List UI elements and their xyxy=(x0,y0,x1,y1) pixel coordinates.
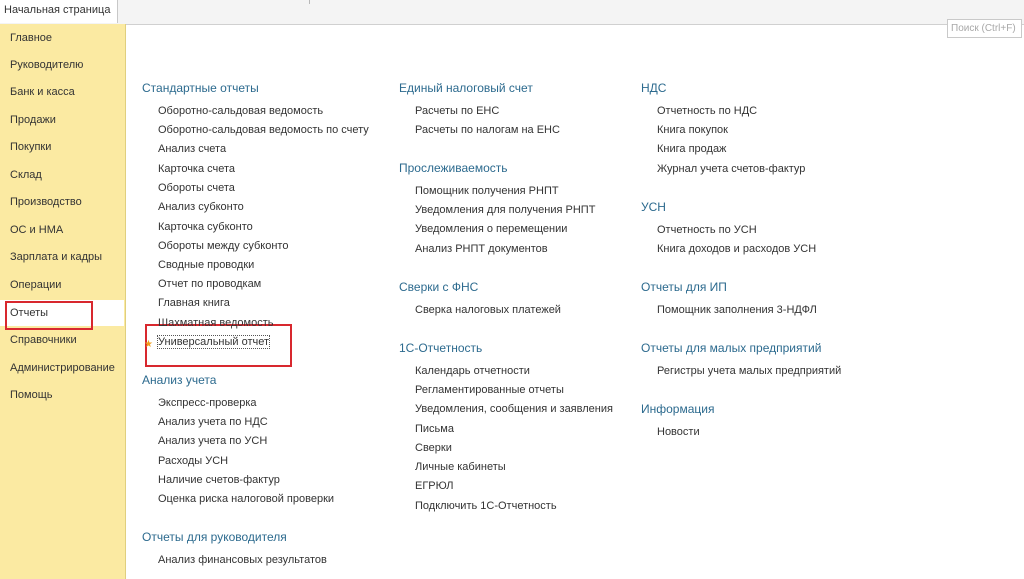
tab-strip: Начальная страница xyxy=(0,0,1024,25)
section-title-usn[interactable]: УСН xyxy=(641,200,666,214)
link-notifications[interactable]: Уведомления, сообщения и заявления xyxy=(415,403,613,415)
section-title-manager-reports[interactable]: Отчеты для руководителя xyxy=(142,530,287,544)
link-tax-audit-risk[interactable]: Оценка риска налоговой проверки xyxy=(158,493,334,505)
link-movement-notices[interactable]: Уведомления о перемещении xyxy=(415,223,567,235)
section-title-information[interactable]: Информация xyxy=(641,402,714,416)
favorite-star-icon: ★ xyxy=(144,339,153,350)
link-usn-income-book[interactable]: Книга доходов и расходов УСН xyxy=(657,243,816,255)
link-small-business-registers[interactable]: Регистры учета малых предприятий xyxy=(657,365,841,377)
link-invoices-presence[interactable]: Наличие счетов-фактур xyxy=(158,474,280,486)
section-title-ens[interactable]: Единый налоговый счет xyxy=(399,81,533,95)
link-subconto-card[interactable]: Карточка субконто xyxy=(158,221,253,233)
link-ens-settlements[interactable]: Расчеты по ЕНС xyxy=(415,105,499,117)
link-invoice-journal[interactable]: Журнал учета счетов-фактур xyxy=(657,163,805,175)
link-tax-payments-reconciliation[interactable]: Сверка налоговых платежей xyxy=(415,304,561,316)
link-osv-by-account[interactable]: Оборотно-сальдовая ведомость по счету xyxy=(158,124,369,136)
link-express-check[interactable]: Экспресс-проверка xyxy=(158,397,257,409)
link-osv[interactable]: Оборотно-сальдовая ведомость xyxy=(158,105,323,117)
section-title-ip-reports[interactable]: Отчеты для ИП xyxy=(641,280,727,294)
link-rnpt-notices[interactable]: Уведомления для получения РНПТ xyxy=(415,204,595,216)
link-reconciliations[interactable]: Сверки xyxy=(415,442,452,454)
link-egrul[interactable]: ЕГРЮЛ xyxy=(415,480,453,492)
link-account-card[interactable]: Карточка счета xyxy=(158,163,235,175)
section-title-small-business[interactable]: Отчеты для малых предприятий xyxy=(641,341,821,355)
sidebar-item-warehouse[interactable]: Склад xyxy=(0,162,124,188)
sidebar-item-main[interactable]: Главное xyxy=(0,25,124,51)
tab-home[interactable]: Начальная страница xyxy=(0,0,118,23)
link-vat-reporting[interactable]: Отчетность по НДС xyxy=(657,105,757,117)
link-vat-analysis[interactable]: Анализ учета по НДС xyxy=(158,416,268,428)
link-account-turnover[interactable]: Обороты счета xyxy=(158,182,235,194)
link-regulated-reports[interactable]: Регламентированные отчеты xyxy=(415,384,564,396)
sidebar-item-help[interactable]: Помощь xyxy=(0,382,124,408)
link-rnpt-assistant[interactable]: Помощник получения РНПТ xyxy=(415,185,559,197)
section-title-fns-reconciliation[interactable]: Сверки с ФНС xyxy=(399,280,478,294)
section-title-1c-reporting[interactable]: 1С-Отчетность xyxy=(399,341,482,355)
section-title-traceability[interactable]: Прослеживаемость xyxy=(399,161,508,175)
sidebar-item-purchases[interactable]: Покупки xyxy=(0,134,124,160)
link-news[interactable]: Новости xyxy=(657,426,700,438)
link-general-ledger[interactable]: Главная книга xyxy=(158,297,230,309)
link-usn-reporting[interactable]: Отчетность по УСН xyxy=(657,224,757,236)
link-usn-expenses[interactable]: Расходы УСН xyxy=(158,455,228,467)
sidebar-item-admin[interactable]: Администрирование xyxy=(0,355,124,381)
link-subconto-analysis[interactable]: Анализ субконто xyxy=(158,201,244,213)
sidebar-item-directories[interactable]: Справочники xyxy=(0,327,124,353)
link-ens-tax-settlements[interactable]: Расчеты по налогам на ЕНС xyxy=(415,124,560,136)
link-account-analysis[interactable]: Анализ счета xyxy=(158,143,226,155)
sidebar-item-payroll[interactable]: Зарплата и кадры xyxy=(0,244,124,270)
sidebar-item-manager[interactable]: Руководителю xyxy=(0,52,124,78)
link-usn-analysis[interactable]: Анализ учета по УСН xyxy=(158,435,267,447)
sidebar-item-bank[interactable]: Банк и касса xyxy=(0,79,124,105)
link-rnpt-analysis[interactable]: Анализ РНПТ документов xyxy=(415,243,548,255)
link-letters[interactable]: Письма xyxy=(415,423,454,435)
link-financial-results[interactable]: Анализ финансовых результатов xyxy=(158,554,327,566)
tab-separator xyxy=(309,0,310,4)
sidebar-item-reports[interactable]: Отчеты xyxy=(0,300,124,326)
link-universal-report[interactable]: Универсальный отчет xyxy=(156,335,271,349)
link-subconto-turnover[interactable]: Обороты между субконто xyxy=(158,240,288,252)
search-input[interactable] xyxy=(947,19,1022,38)
section-title-accounting-analysis[interactable]: Анализ учета xyxy=(142,373,216,387)
link-purchase-book[interactable]: Книга покупок xyxy=(657,124,728,136)
link-connect-1c-reporting[interactable]: Подключить 1С-Отчетность xyxy=(415,500,557,512)
link-reporting-calendar[interactable]: Календарь отчетности xyxy=(415,365,530,377)
sidebar-item-operations[interactable]: Операции xyxy=(0,272,124,298)
sidebar-item-production[interactable]: Производство xyxy=(0,189,124,215)
link-personal-accounts[interactable]: Личные кабинеты xyxy=(415,461,506,473)
link-sales-book[interactable]: Книга продаж xyxy=(657,143,726,155)
link-summary-postings[interactable]: Сводные проводки xyxy=(158,259,254,271)
sidebar-item-assets[interactable]: ОС и НМА xyxy=(0,217,124,243)
section-title-vat[interactable]: НДС xyxy=(641,81,666,95)
link-3ndfl-assistant[interactable]: Помощник заполнения 3-НДФЛ xyxy=(657,304,817,316)
sidebar: Главное Руководителю Банк и касса Продаж… xyxy=(0,24,126,579)
link-postings-report[interactable]: Отчет по проводкам xyxy=(158,278,261,290)
link-chess-statement[interactable]: Шахматная ведомость xyxy=(158,317,273,329)
section-title-standard-reports[interactable]: Стандартные отчеты xyxy=(142,81,259,95)
sidebar-item-sales[interactable]: Продажи xyxy=(0,107,124,133)
